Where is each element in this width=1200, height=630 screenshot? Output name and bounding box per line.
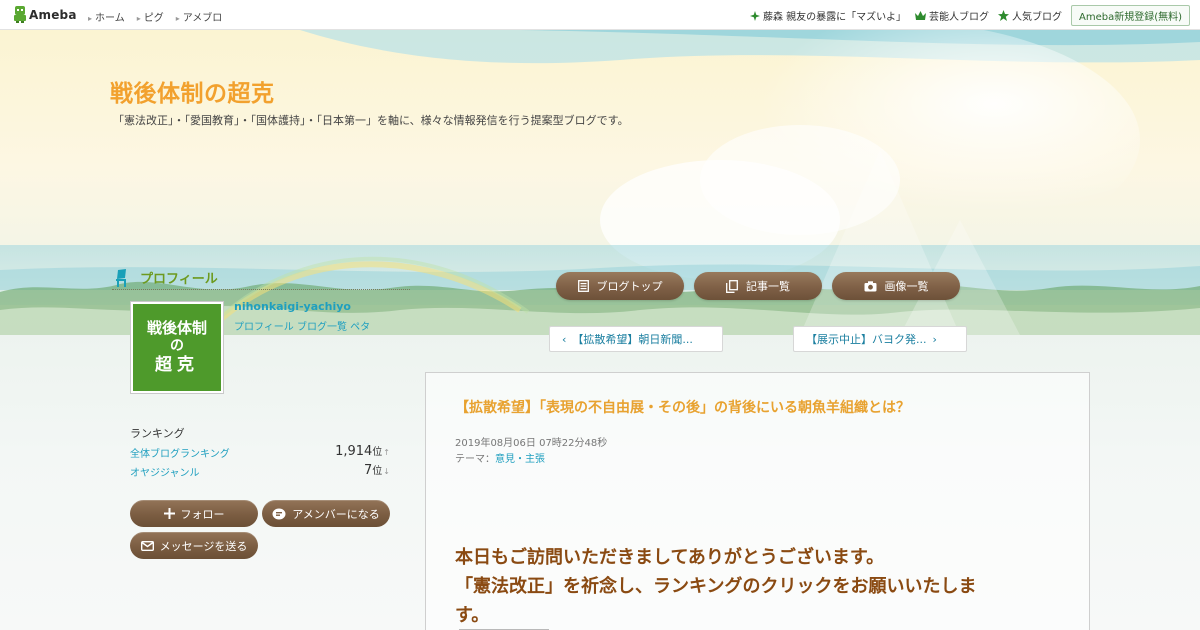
article-date: 2019年08月06日 07時22分48秒 [455, 438, 608, 449]
ranking-title: ランキング [130, 427, 185, 440]
prev-article-label: 【拡散希望】朝日新聞... [572, 333, 693, 346]
nav-pigg[interactable]: ピグ [137, 9, 164, 24]
ranking-unit: 位 [372, 447, 383, 458]
chevron-right-icon: › [932, 332, 937, 346]
theme-label: テーマ： [455, 454, 495, 465]
ranking-value: 1,914位↑ [335, 443, 390, 459]
rank-down-icon: ↓ [383, 467, 390, 476]
profile-links[interactable]: プロフィール ブログ一覧 ペタ [234, 320, 374, 335]
blog-description: 「憲法改正」・「愛国教育」・「国体護持」・「日本第一」を軸に、様々な情報発信を行… [113, 114, 629, 127]
ranking-name-link[interactable]: 全体ブログランキング [130, 449, 230, 460]
article: 【拡散希望】「表現の不自由展・その後」の背後にいる朝魚羊組織とは？ 2019年0… [425, 372, 1090, 630]
avatar-text-line1: 戦後体制 [146, 319, 207, 338]
ranking-row: オヤジジャンル 7位↓ [130, 462, 390, 479]
profile-name-link[interactable]: nihonkaigi-yachiyo [234, 300, 351, 313]
next-article-label: 【展示中止】バヨク発... [806, 333, 927, 346]
chair-icon [116, 269, 126, 287]
message-label: メッセージを送る [159, 539, 248, 553]
follow-button[interactable]: フォロー [130, 500, 258, 527]
image-list-button[interactable]: 画像一覧 [832, 272, 960, 300]
camera-icon [864, 280, 876, 291]
sparkle-icon [750, 10, 760, 21]
amember-label: アメンバーになる [292, 507, 380, 521]
article-body-line: 「憲法改正」を祈念し、ランキングのクリックをお願いいたしま [455, 576, 977, 597]
trending-news-label: 藤森 親友の暴露に「マズいよ」 [763, 12, 906, 23]
copy-icon [726, 279, 738, 293]
ranking-name-link[interactable]: オヤジジャンル [130, 468, 200, 479]
ranking-value: 7位↓ [364, 462, 390, 478]
theme-link[interactable]: 意見・主張 [495, 454, 545, 465]
follow-label: フォロー [180, 507, 225, 521]
avatar-text-line2: の [170, 338, 184, 355]
next-article-button[interactable]: 【展示中止】バヨク発... › [793, 326, 967, 352]
ranking-row: 全体ブログランキング 1,914位↑ [130, 443, 390, 460]
global-header: Ameba ホーム ピグ アメブロ 藤森 親友の暴露に「マズいよ」 芸能人ブログ… [0, 0, 1200, 30]
trending-news-link[interactable]: 藤森 親友の暴露に「マズいよ」 [750, 8, 906, 23]
article-body-line: す。 [455, 605, 490, 626]
nav-ameblo[interactable]: アメブロ [176, 9, 223, 24]
envelope-icon [140, 540, 154, 551]
celebrity-blog-label: 芸能人ブログ [928, 12, 989, 23]
prev-article-button[interactable]: ‹ 【拡散希望】朝日新聞... [549, 326, 723, 352]
profile-heading: プロフィール [112, 267, 410, 290]
article-body: 本日もご訪問いただきましてありがとうございます。 「憲法改正」を祈念し、ランキン… [455, 543, 1055, 630]
document-icon [577, 280, 589, 292]
amember-icon [272, 508, 286, 519]
nav-home[interactable]: ホーム [88, 9, 125, 24]
image-list-label: 画像一覧 [884, 280, 929, 293]
ameba-logo[interactable]: Ameba [13, 6, 77, 23]
avatar[interactable]: 戦後体制 の 超克 [130, 301, 224, 394]
celebrity-blog-link[interactable]: 芸能人ブログ [914, 8, 989, 23]
profile-heading-label: プロフィール [140, 272, 218, 287]
crown-icon [914, 11, 926, 20]
article-list-button[interactable]: 記事一覧 [694, 272, 822, 300]
article-theme: テーマ：意見・主張 [455, 450, 545, 465]
blog-top-button[interactable]: ブログトップ [556, 272, 684, 300]
article-body-line: 本日もご訪問いただきましてありがとうございます。 [455, 547, 885, 568]
blog-title[interactable]: 戦後体制の超克 [110, 74, 275, 108]
article-title[interactable]: 【拡散希望】「表現の不自由展・その後」の背後にいる朝魚羊組織とは？ [455, 397, 910, 417]
avatar-image: 戦後体制 の 超克 [133, 304, 221, 391]
star-icon [997, 10, 1009, 21]
article-list-label: 記事一覧 [746, 280, 790, 293]
global-nav: ホーム ピグ アメブロ [88, 9, 222, 24]
ameba-mascot-icon [14, 6, 26, 23]
ranking-number: 1,914 [335, 444, 373, 459]
blog-top-label: ブログトップ [596, 280, 663, 293]
rank-up-icon: ↑ [383, 448, 390, 457]
chevron-left-icon: ‹ [562, 332, 567, 346]
amember-button[interactable]: アメンバーになる [262, 500, 390, 527]
avatar-text-line3: 超克 [155, 354, 199, 375]
message-button[interactable]: メッセージを送る [130, 532, 258, 559]
popular-blog-link[interactable]: 人気ブログ [997, 8, 1062, 23]
signup-button[interactable]: Ameba新規登録(無料) [1070, 5, 1190, 26]
header-links: 藤森 親友の暴露に「マズいよ」 芸能人ブログ 人気ブログ Ameba新規登録(無… [750, 5, 1190, 26]
logo-text: Ameba [29, 7, 77, 22]
ranking-unit: 位 [372, 466, 383, 477]
popular-blog-label: 人気ブログ [1011, 12, 1062, 23]
plus-icon [163, 508, 175, 519]
